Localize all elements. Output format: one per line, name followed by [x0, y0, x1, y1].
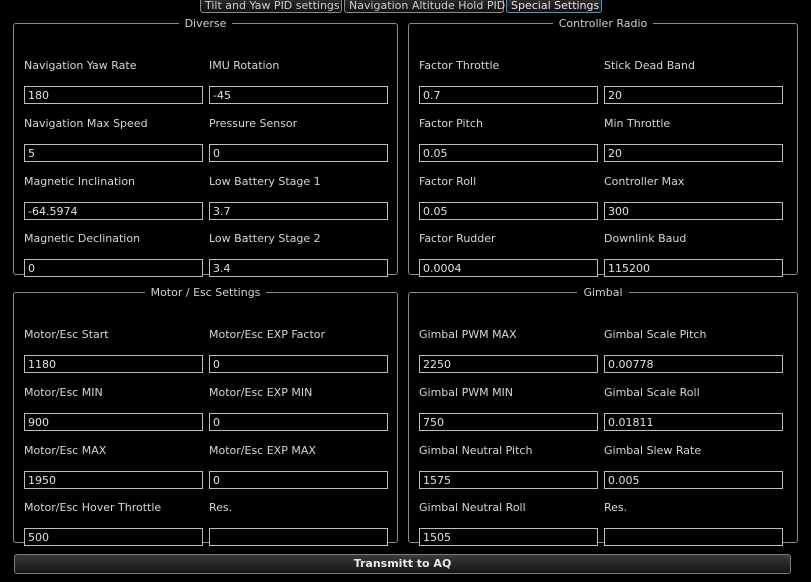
field-input[interactable]: [419, 86, 598, 104]
group-title: Gimbal: [583, 286, 623, 299]
field-label: Gimbal Scale Roll: [604, 386, 700, 399]
field-input[interactable]: [604, 144, 783, 162]
field-input[interactable]: [24, 259, 203, 277]
field-input[interactable]: [419, 202, 598, 220]
field-input[interactable]: [209, 413, 388, 431]
field-input[interactable]: [24, 86, 203, 104]
field-input[interactable]: [604, 259, 783, 277]
field-label: Gimbal Slew Rate: [604, 444, 702, 457]
group-title: Controller Radio: [558, 17, 648, 30]
group-title: Diverse: [184, 17, 227, 30]
group-title: Motor / Esc Settings: [150, 286, 261, 299]
group-motor-esc: Motor / Esc Settings Motor/Esc Start Moto…: [13, 286, 398, 546]
field-label: Pressure Sensor: [209, 117, 298, 130]
field-input[interactable]: [209, 144, 388, 162]
field-input[interactable]: [419, 528, 598, 546]
field-label: Stick Dead Band: [604, 59, 695, 72]
field-label: Factor Throttle: [419, 59, 500, 72]
field-input[interactable]: [24, 202, 203, 220]
tab-navigation-altitude-hold-pid[interactable]: Navigation Altitude Hold PID: [344, 0, 505, 13]
field-label: Navigation Yaw Rate: [24, 59, 137, 72]
tab-bar: Tilt and Yaw PID settings Navigation Alt…: [200, 0, 602, 13]
field-label: Gimbal Scale Pitch: [604, 328, 707, 341]
field-input[interactable]: [604, 355, 783, 373]
field-label: Magnetic Declination: [24, 232, 141, 245]
field-label: Magnetic Inclination: [24, 175, 136, 188]
field-label: Factor Pitch: [419, 117, 483, 130]
field-label: Motor/Esc EXP Factor: [209, 328, 326, 341]
field-input[interactable]: [209, 86, 388, 104]
field-input[interactable]: [419, 355, 598, 373]
field-input[interactable]: [604, 413, 783, 431]
tab-tilt-yaw-pid[interactable]: Tilt and Yaw PID settings: [200, 0, 342, 13]
field-label: Factor Roll: [419, 175, 477, 188]
field-label: Gimbal PWM MIN: [419, 386, 514, 399]
field-label: Res.: [209, 501, 233, 514]
field-input[interactable]: [604, 202, 783, 220]
field-input[interactable]: [604, 471, 783, 489]
field-label: Gimbal PWM MAX: [419, 328, 517, 341]
transmit-button[interactable]: Transmitt to AQ: [14, 554, 791, 574]
field-label: Motor/Esc EXP MAX: [209, 444, 316, 457]
field-label: Motor/Esc MIN: [24, 386, 103, 399]
field-input[interactable]: [209, 528, 388, 546]
field-label: Res.: [604, 501, 628, 514]
field-label: Low Battery Stage 2: [209, 232, 321, 245]
field-input[interactable]: [419, 413, 598, 431]
field-input[interactable]: [24, 355, 203, 373]
field-input[interactable]: [604, 86, 783, 104]
field-label: Downlink Baud: [604, 232, 687, 245]
field-input[interactable]: [24, 471, 203, 489]
field-input[interactable]: [419, 471, 598, 489]
field-label: Gimbal Neutral Roll: [419, 501, 526, 514]
field-input[interactable]: [419, 259, 598, 277]
group-diverse: Diverse Navigation Yaw Rate IMU Rotation N…: [13, 17, 398, 277]
field-label: Low Battery Stage 1: [209, 175, 321, 188]
field-input[interactable]: [209, 259, 388, 277]
field-label: Motor/Esc Start: [24, 328, 109, 341]
field-label: Motor/Esc Hover Throttle: [24, 501, 162, 514]
field-label: Motor/Esc EXP MIN: [209, 386, 313, 399]
field-input[interactable]: [419, 144, 598, 162]
field-label: IMU Rotation: [209, 59, 280, 72]
field-label: Navigation Max Speed: [24, 117, 148, 130]
field-input[interactable]: [604, 528, 783, 546]
field-label: Controller Max: [604, 175, 685, 188]
tab-special-settings[interactable]: Special Settings: [506, 0, 602, 13]
field-label: Factor Rudder: [419, 232, 496, 245]
field-label: Min Throttle: [604, 117, 671, 130]
group-gimbal: Gimbal Gimbal PWM MAX Gimbal Scale Pitch G…: [408, 286, 798, 546]
field-input[interactable]: [209, 202, 388, 220]
field-input[interactable]: [24, 144, 203, 162]
field-input[interactable]: [24, 413, 203, 431]
field-input[interactable]: [209, 471, 388, 489]
field-label: Gimbal Neutral Pitch: [419, 444, 533, 457]
group-controller-radio: Controller Radio Factor Throttle Stick De…: [408, 17, 798, 277]
field-input[interactable]: [209, 355, 388, 373]
field-input[interactable]: [24, 528, 203, 546]
field-label: Motor/Esc MAX: [24, 444, 107, 457]
